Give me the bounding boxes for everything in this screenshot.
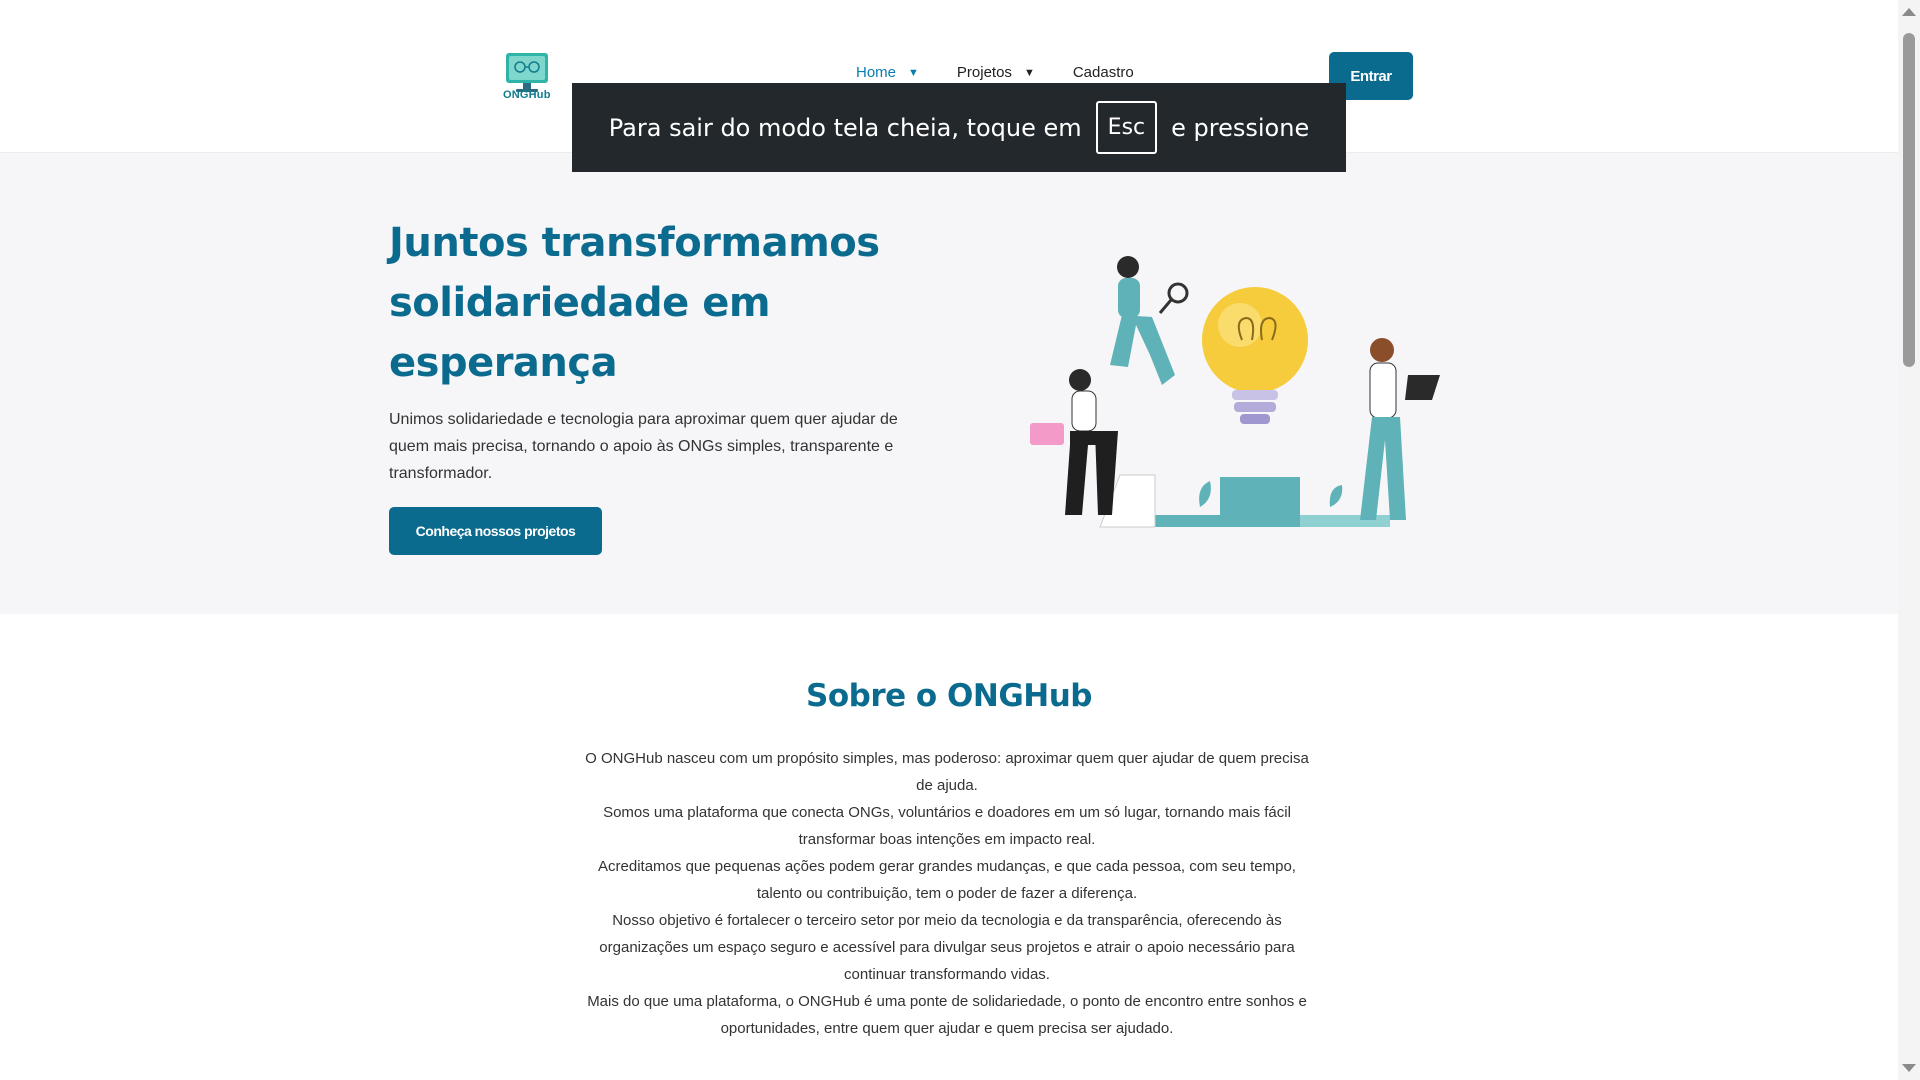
scrollbar-thumb[interactable] [1903, 33, 1915, 367]
hero-section: Juntos transformamos solidariedade em es… [0, 153, 1898, 614]
nav-item-projetos[interactable]: Projetos ▼ [957, 64, 1035, 81]
nav-item-label: Home [856, 64, 897, 81]
nav-item-home[interactable]: Home ▼ [856, 64, 919, 81]
scroll-up-arrow-icon[interactable] [1902, 8, 1916, 16]
esc-key-badge: Esc [1095, 101, 1158, 154]
about-title: Sobre o ONGHub [806, 678, 1092, 714]
volunteers-illustration [1030, 256, 1440, 528]
about-paragraph: O ONGHub nasceu com um propósito simples… [585, 750, 1309, 794]
logo-text: ONGHub [503, 89, 551, 101]
about-paragraph: Acreditamos que pequenas ações podem ger… [598, 858, 1296, 902]
hero-subtitle: Unimos solidariedade e tecnologia para a… [389, 411, 898, 482]
about-text: O ONGHub nasceu com um propósito simples… [576, 745, 1318, 1042]
notice-text-after: e pressione [1171, 113, 1310, 142]
main-nav: Home ▼ Projetos ▼ Cadastro [856, 64, 1172, 81]
view-projects-button[interactable]: Conheça nossos projetos [389, 507, 602, 555]
scroll-down-arrow-icon[interactable] [1902, 1064, 1916, 1072]
about-paragraph: Mais do que uma plataforma, o ONGHub é u… [587, 993, 1307, 1037]
caret-down-icon: ▼ [908, 66, 919, 79]
notice-text-before: Para sair do modo tela cheia, toque em [608, 113, 1082, 142]
nav-item-cadastro[interactable]: Cadastro [1073, 64, 1134, 81]
hero-title: Juntos transformamos solidariedade em es… [389, 220, 880, 386]
caret-down-icon: ▼ [1023, 66, 1035, 79]
nav-item-label: Projetos [956, 64, 1012, 81]
nav-item-label: Cadastro [1072, 64, 1134, 81]
fullscreen-exit-notice: Para sair do modo tela cheia, toque em E… [572, 83, 1346, 172]
about-paragraph: Somos uma plataforma que conecta ONGs, v… [603, 804, 1291, 848]
about-paragraph: Nosso objetivo é fortalecer o terceiro s… [599, 912, 1295, 983]
page-scrollbar[interactable] [1898, 0, 1920, 1080]
